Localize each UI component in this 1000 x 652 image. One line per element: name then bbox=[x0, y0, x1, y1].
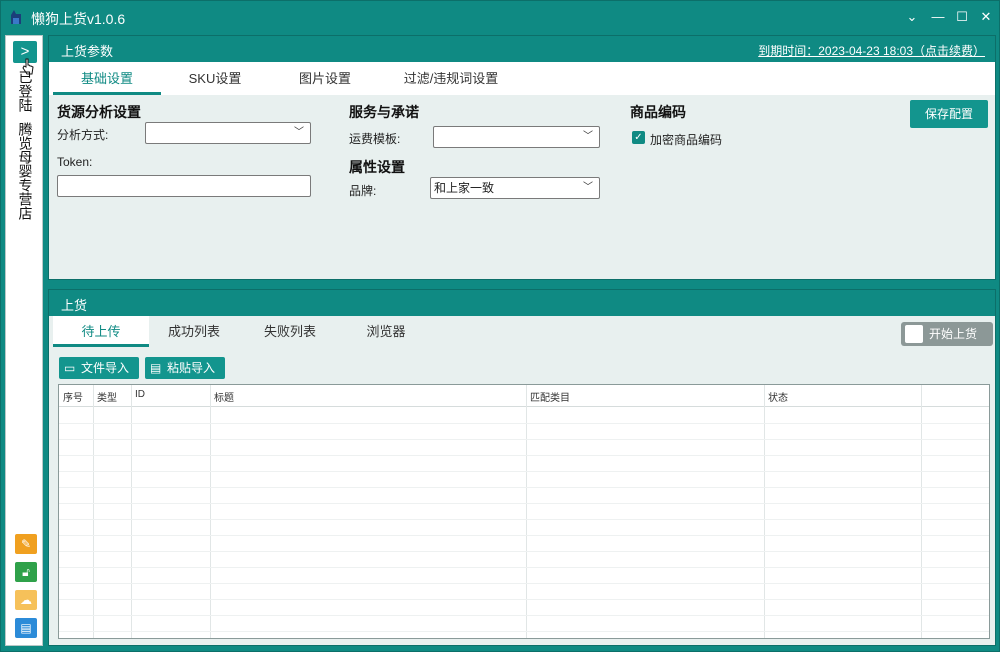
col-header-category[interactable]: 匹配类目 bbox=[530, 389, 570, 404]
col-header-status[interactable]: 状态 bbox=[768, 389, 788, 404]
row-divider bbox=[59, 615, 989, 616]
tab-browser[interactable]: 浏览器 bbox=[341, 316, 431, 347]
brand-value: 和上家一致 bbox=[434, 181, 495, 195]
col-header-title[interactable]: 标题 bbox=[214, 389, 234, 404]
cloud-icon[interactable]: ☁ bbox=[15, 590, 37, 610]
tab-basic-settings[interactable]: 基础设置 bbox=[53, 62, 161, 95]
row-divider bbox=[59, 599, 989, 600]
start-upload-label: 开始上货 bbox=[929, 327, 978, 341]
row-divider bbox=[59, 551, 989, 552]
clipboard-icon: ▤ bbox=[150, 361, 162, 375]
paste-import-button[interactable]: ▤ 粘贴导入 bbox=[145, 357, 225, 379]
analysis-method-label: 分析方式: bbox=[57, 128, 109, 142]
col-header-index[interactable]: 序号 bbox=[63, 389, 83, 404]
token-input[interactable] bbox=[57, 175, 311, 197]
source-analysis-heading: 货源分析设置 bbox=[57, 104, 141, 120]
tab-pending-upload[interactable]: 待上传 bbox=[53, 316, 149, 347]
upload-panel-title: 上货 bbox=[61, 298, 88, 313]
encrypt-code-label: 加密商品编码 bbox=[650, 133, 723, 147]
params-tabs: 基础设置 SKU设置 图片设置 过滤/违规词设置 bbox=[49, 62, 995, 95]
folder-icon: ▭ bbox=[64, 361, 76, 375]
file-import-button[interactable]: ▭ 文件导入 bbox=[59, 357, 139, 379]
row-divider bbox=[59, 535, 989, 536]
left-sidebar: > 已登陆 腾览母婴专营店 ✎ 🔓︎ ☁ ▤ bbox=[5, 35, 43, 646]
toggle-checkbox bbox=[905, 325, 923, 343]
encrypt-code-checkbox[interactable]: ✓ bbox=[632, 131, 645, 144]
close-button[interactable]: ✕ bbox=[975, 7, 997, 27]
tab-failed-list[interactable]: 失败列表 bbox=[245, 316, 335, 347]
maximize-button[interactable]: ☐ bbox=[951, 7, 973, 27]
freight-template-label: 运费模板: bbox=[349, 132, 401, 146]
save-config-button[interactable]: 保存配置 bbox=[910, 100, 988, 128]
token-label: Token: bbox=[57, 155, 93, 169]
row-divider bbox=[59, 631, 989, 632]
chevron-down-icon: ﹀ bbox=[294, 127, 304, 138]
app-title: 懒狗上货v1.0.6 bbox=[31, 11, 126, 27]
analysis-method-select[interactable]: ﹀ bbox=[145, 122, 311, 144]
login-status-text: 已登陆 bbox=[17, 70, 34, 112]
upload-panel-header: 上货 bbox=[49, 290, 995, 316]
login-status: 已登陆 腾览母婴专营店 bbox=[15, 70, 35, 220]
edit-icon[interactable]: ✎ bbox=[15, 534, 37, 554]
expire-renew-link[interactable]: 到期时间：2023-04-23 18:03（点击续费） bbox=[758, 42, 985, 59]
store-icon[interactable]: ▤ bbox=[15, 618, 37, 638]
row-divider bbox=[59, 519, 989, 520]
row-divider bbox=[59, 487, 989, 488]
chevron-down-icon[interactable]: ⌄ bbox=[901, 7, 923, 27]
table-header: 序号 类型 ID 标题 匹配类目 状态 bbox=[59, 385, 989, 407]
row-divider bbox=[59, 471, 989, 472]
title-bar: 懒狗上货v1.0.6 ⌄ — ☐ ✕ bbox=[1, 1, 999, 33]
minimize-button[interactable]: — bbox=[927, 7, 949, 27]
row-divider bbox=[59, 455, 989, 456]
unlock-icon[interactable]: 🔓︎ bbox=[15, 562, 37, 582]
start-upload-toggle[interactable]: 开始上货 bbox=[901, 322, 993, 346]
tab-success-list[interactable]: 成功列表 bbox=[149, 316, 239, 347]
params-panel-title: 上货参数 bbox=[61, 44, 114, 59]
col-header-type[interactable]: 类型 bbox=[97, 389, 117, 404]
chevron-down-icon: ﹀ bbox=[583, 182, 593, 193]
row-divider bbox=[59, 583, 989, 584]
chevron-down-icon: ﹀ bbox=[583, 131, 593, 142]
col-header-id[interactable]: ID bbox=[135, 389, 145, 400]
row-divider bbox=[59, 439, 989, 440]
dog-logo-icon bbox=[11, 10, 21, 24]
freight-template-select[interactable]: ﹀ bbox=[433, 126, 600, 148]
row-divider bbox=[59, 423, 989, 424]
shop-name: 腾览母婴专营店 bbox=[17, 122, 34, 220]
paste-import-label: 粘贴导入 bbox=[167, 361, 216, 375]
params-panel-header: 上货参数 到期时间：2023-04-23 18:03（点击续费） bbox=[49, 36, 995, 62]
upload-tabs: 待上传 成功列表 失败列表 浏览器 bbox=[49, 316, 995, 347]
row-divider bbox=[59, 567, 989, 568]
app-window: 懒狗上货v1.0.6 ⌄ — ☐ ✕ > 已登陆 腾览母婴专营店 ✎ 🔓︎ ☁ … bbox=[0, 0, 1000, 652]
params-panel: 上货参数 到期时间：2023-04-23 18:03（点击续费） 基础设置 SK… bbox=[48, 35, 996, 280]
row-divider bbox=[59, 503, 989, 504]
tab-sku-settings[interactable]: SKU设置 bbox=[161, 62, 269, 95]
attribute-heading: 属性设置 bbox=[349, 159, 405, 175]
file-import-label: 文件导入 bbox=[81, 361, 130, 375]
upload-table[interactable]: 序号 类型 ID 标题 匹配类目 状态 bbox=[58, 384, 990, 639]
tab-image-settings[interactable]: 图片设置 bbox=[269, 62, 381, 95]
brand-label: 品牌: bbox=[349, 184, 377, 198]
brand-select[interactable]: 和上家一致 ﹀ bbox=[430, 177, 600, 199]
tab-filter-settings[interactable]: 过滤/违规词设置 bbox=[381, 62, 521, 95]
service-heading: 服务与承诺 bbox=[349, 104, 419, 120]
product-code-heading: 商品编码 bbox=[630, 104, 686, 120]
